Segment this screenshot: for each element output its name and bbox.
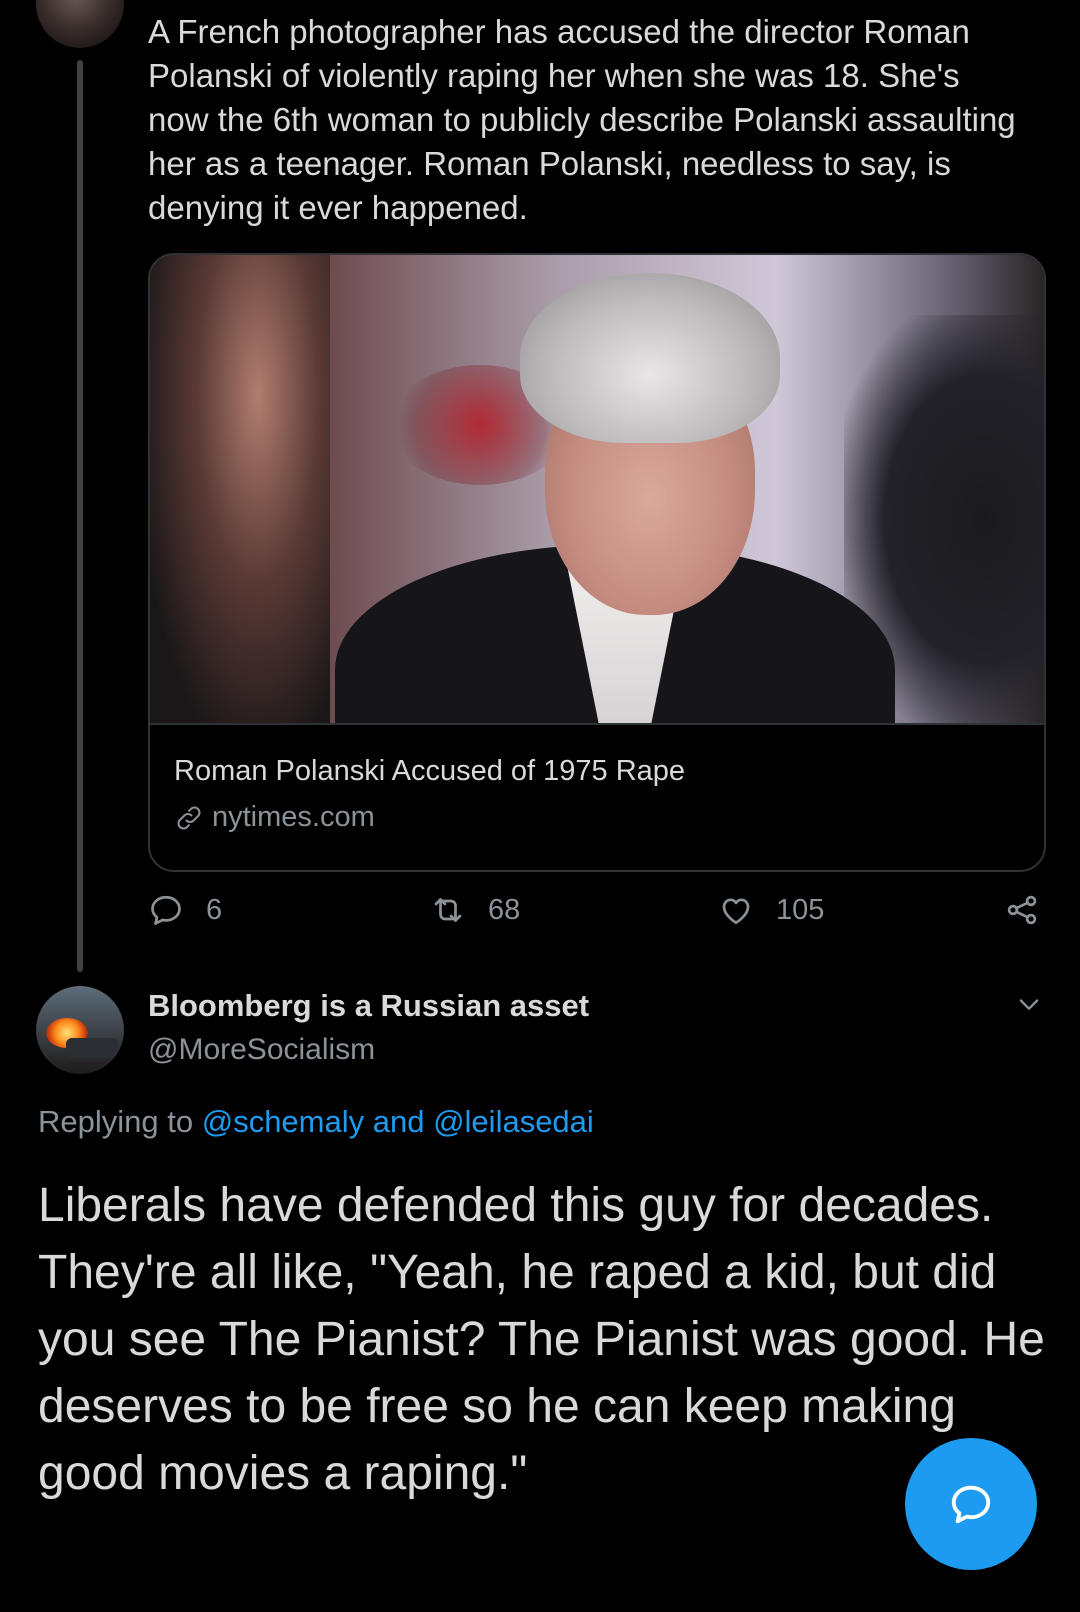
mention-link-schemaly[interactable]: @schemaly — [202, 1104, 364, 1139]
reply-icon — [151, 895, 181, 925]
chevron-down-icon[interactable] — [1013, 990, 1045, 1018]
parent-tweet-text: A French photographer has accused the di… — [148, 13, 1016, 226]
like-count: 105 — [776, 893, 825, 926]
share-button[interactable] — [1004, 892, 1062, 928]
reply-tweet-text: Liberals have defended this guy for deca… — [38, 1179, 1045, 1500]
retweet-button[interactable]: 68 — [430, 892, 520, 928]
link-preview-title: Roman Polanski Accused of 1975 Rape — [174, 755, 686, 787]
replying-to-line: Replying to @schemaly and @leilasedai — [38, 1104, 594, 1140]
compose-reply-button[interactable] — [905, 1438, 1037, 1570]
replying-to-label: Replying to — [38, 1104, 202, 1139]
share-icon — [1007, 895, 1037, 925]
parent-tweet-avatar[interactable] — [36, 0, 124, 48]
like-button[interactable]: 105 — [718, 892, 824, 928]
thread-connector-line — [77, 60, 83, 972]
reply-author-avatar[interactable] — [36, 986, 124, 1074]
tweet-thread-view: A French photographer has accused the di… — [0, 0, 1080, 1612]
heart-icon — [722, 898, 750, 925]
author-handle[interactable]: @MoreSocialism — [148, 1033, 375, 1067]
tweet-action-bar: 6 68 105 — [148, 892, 1042, 936]
mention-joiner: and — [364, 1104, 434, 1139]
link-preview-domain: nytimes.com — [212, 801, 375, 833]
retweet-count: 68 — [488, 893, 521, 926]
compose-reply-icon — [951, 1485, 991, 1524]
mention-link-leilasedai[interactable]: @leilasedai — [433, 1104, 594, 1139]
link-preview-card[interactable]: Roman Polanski Accused of 1975 Rape nyti… — [148, 253, 1046, 872]
link-preview-image — [150, 255, 1044, 725]
link-icon — [177, 806, 201, 829]
reply-count: 6 — [206, 893, 223, 926]
reply-button[interactable]: 6 — [148, 892, 222, 928]
author-display-name[interactable]: Bloomberg is a Russian asset — [148, 988, 589, 1024]
retweet-icon — [434, 898, 462, 922]
